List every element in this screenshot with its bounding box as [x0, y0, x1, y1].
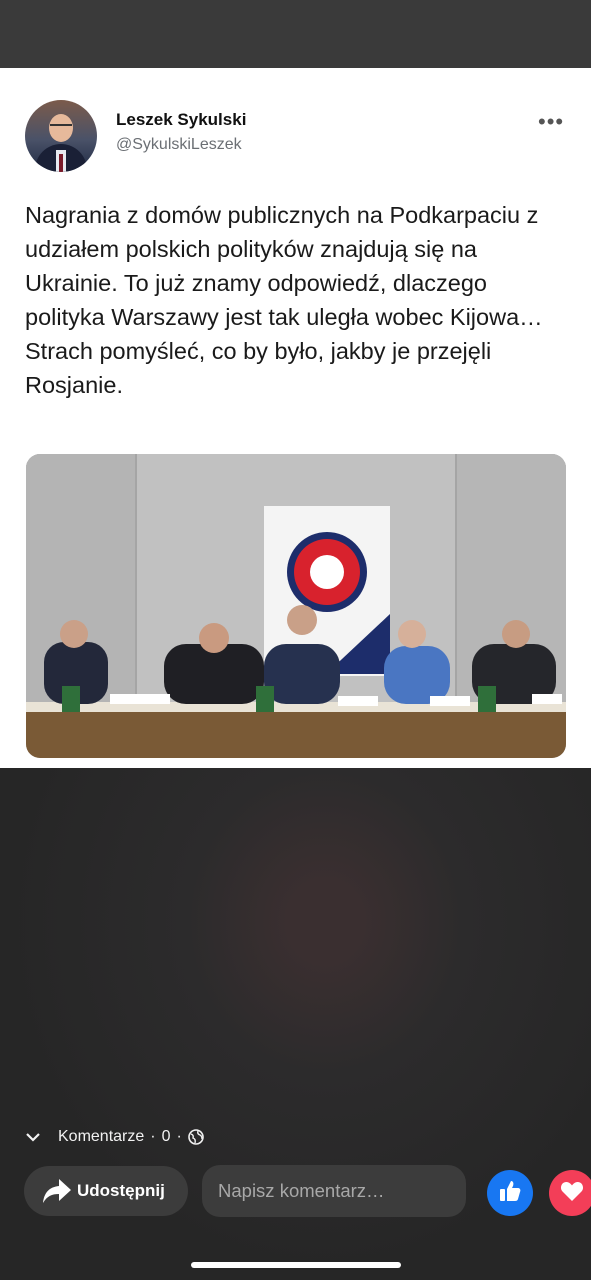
chevron-down-icon[interactable] — [26, 1130, 44, 1145]
comment-input[interactable] — [202, 1165, 466, 1217]
more-horizontal-icon[interactable]: ••• — [538, 111, 568, 133]
top-bar — [0, 0, 591, 68]
thumbs-up-icon — [498, 1179, 522, 1208]
home-indicator[interactable] — [191, 1262, 401, 1268]
heart-icon — [560, 1180, 584, 1207]
share-label: Udostępnij — [77, 1181, 165, 1200]
comments-label[interactable]: Komentarze — [58, 1128, 144, 1146]
author-name[interactable]: Leszek Sykulski — [116, 110, 246, 130]
globe-icon — [188, 1129, 204, 1145]
tweet-text: Nagrania z domów publicznych na Podkarpa… — [25, 202, 543, 398]
author-handle[interactable]: @SykulskiLeszek — [116, 136, 242, 154]
tweet-card: Leszek Sykulski @SykulskiLeszek ••• Nagr… — [0, 68, 591, 768]
comments-row[interactable]: Komentarze · 0 · — [26, 1126, 204, 1148]
avatar[interactable] — [25, 100, 97, 172]
separator: · — [176, 1128, 182, 1145]
separator: · — [150, 1128, 156, 1145]
tweet-image[interactable] — [26, 454, 566, 758]
share-arrow-icon — [42, 1178, 72, 1204]
share-button[interactable]: Udostępnij — [24, 1166, 188, 1216]
like-button[interactable] — [487, 1170, 533, 1216]
comments-count: 0 — [161, 1128, 171, 1145]
love-button[interactable] — [549, 1170, 591, 1216]
